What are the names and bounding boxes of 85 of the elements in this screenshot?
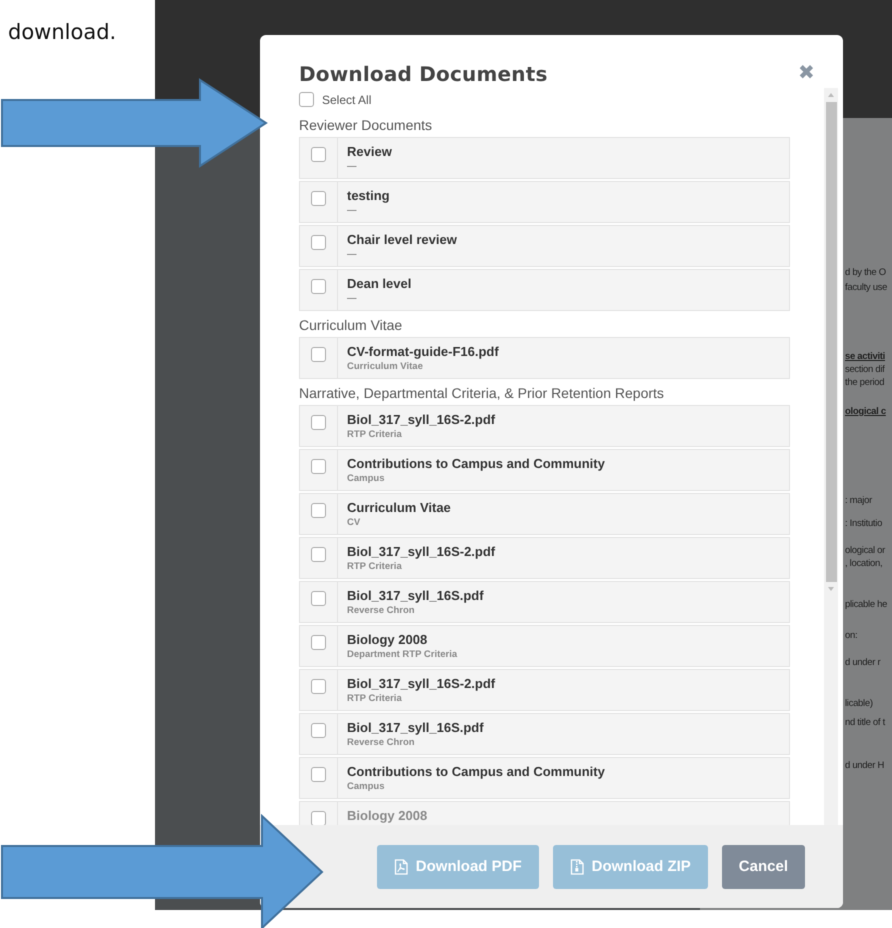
- row-checkbox[interactable]: [311, 811, 326, 825]
- document-category: RTP Criteria: [347, 561, 402, 572]
- document-row[interactable]: Review —: [299, 137, 790, 179]
- scroll-down-icon[interactable]: [827, 586, 835, 592]
- document-category: RTP Criteria: [347, 693, 402, 704]
- section-heading: Curriculum Vitae: [299, 317, 404, 333]
- document-text: on:: [845, 629, 858, 642]
- document-row[interactable]: Biol_317_syll_16S-2.pdf RTP Criteria: [299, 669, 790, 711]
- document-category: Reverse Chron: [347, 737, 415, 748]
- row-checkbox[interactable]: [311, 503, 326, 518]
- scrollbar[interactable]: [824, 88, 838, 825]
- document-title: Curriculum Vitae: [347, 500, 451, 515]
- document-title: Biol_317_syll_16S-2.pdf: [347, 544, 496, 559]
- document-title: Contributions to Campus and Community: [347, 456, 605, 471]
- document-title: Biology 2008: [347, 632, 428, 647]
- document-category: Curriculum Vitae: [347, 361, 423, 372]
- section-heading: Narrative, Departmental Criteria, & Prior Retention Reports: [299, 385, 665, 401]
- row-checkbox[interactable]: [311, 459, 326, 474]
- document-text: nd title of t: [845, 716, 885, 729]
- document-title: Biol_317_syll_16S.pdf: [347, 720, 484, 735]
- document-title: testing: [347, 188, 390, 203]
- document-category: —: [347, 293, 356, 304]
- row-checkbox[interactable]: [311, 635, 326, 650]
- document-row[interactable]: CV-format-guide-F16.pdf Curriculum Vitae: [299, 337, 790, 379]
- document-row[interactable]: Biol_317_syll_16S.pdf Reverse Chron: [299, 581, 790, 623]
- document-row[interactable]: Biol_317_syll_16S.pdf Reverse Chron: [299, 713, 790, 755]
- document-text: : Institutio: [845, 517, 882, 530]
- pdf-file-icon: [394, 858, 408, 874]
- document-text: the period: [845, 376, 884, 389]
- document-title: Biol_317_syll_16S.pdf: [347, 588, 484, 603]
- document-category: —: [347, 161, 356, 172]
- row-checkbox[interactable]: [311, 279, 326, 294]
- section-heading: Reviewer Documents: [299, 117, 434, 133]
- row-checkbox[interactable]: [311, 235, 326, 250]
- document-title: Chair level review: [347, 232, 457, 247]
- document-row[interactable]: Contributions to Campus and Community Campus: [299, 757, 790, 799]
- document-category: —: [347, 205, 356, 216]
- document-title: Biology 2008: [347, 808, 428, 823]
- row-checkbox[interactable]: [311, 679, 326, 694]
- document-title: Dean level: [347, 276, 412, 291]
- scroll-up-icon[interactable]: [827, 92, 835, 98]
- dialog-title: Download Documents: [299, 62, 548, 86]
- document-category: RTP Criteria: [347, 429, 402, 440]
- document-row[interactable]: Biology 2008 Department RTP Criteria: [299, 625, 790, 667]
- row-checkbox[interactable]: [311, 415, 326, 430]
- document-text: ological c: [845, 405, 886, 418]
- document-text: d under r: [845, 656, 880, 669]
- document-row[interactable]: Chair level review —: [299, 225, 790, 267]
- document-category: CV: [347, 517, 360, 528]
- document-text: : major: [845, 494, 872, 507]
- document-category: —: [347, 249, 356, 260]
- document-title: Biol_317_syll_16S-2.pdf: [347, 412, 496, 427]
- row-checkbox[interactable]: [311, 347, 326, 362]
- document-title: Contributions to Campus and Community: [347, 764, 605, 779]
- row-checkbox[interactable]: [311, 547, 326, 562]
- document-text: ological or: [845, 544, 886, 557]
- document-row[interactable]: Biol_317_syll_16S-2.pdf RTP Criteria: [299, 405, 790, 447]
- row-checkbox[interactable]: [311, 191, 326, 206]
- document-category: Reverse Chron: [347, 605, 415, 616]
- document-row[interactable]: Dean level —: [299, 269, 790, 311]
- document-text: d by the O: [845, 266, 886, 279]
- document-text: plicable he: [845, 598, 888, 611]
- document-text: licable): [845, 697, 873, 710]
- zip-file-icon: [570, 858, 584, 874]
- document-category: Campus: [347, 473, 384, 484]
- document-category: Campus: [347, 781, 384, 792]
- document-text: section dif: [845, 363, 884, 376]
- caption-text: download.: [8, 20, 116, 44]
- select-all-checkbox[interactable]: Select All: [299, 92, 372, 107]
- row-checkbox[interactable]: [311, 767, 326, 782]
- row-checkbox[interactable]: [311, 723, 326, 738]
- document-title: CV-format-guide-F16.pdf: [347, 344, 499, 359]
- document-text: se activiti: [845, 350, 886, 363]
- document-title: Biol_317_syll_16S-2.pdf: [347, 676, 496, 691]
- document-category: Department RTP Criteria: [347, 649, 458, 660]
- document-text: faculty use: [845, 281, 888, 294]
- document-row[interactable]: Curriculum Vitae CV: [299, 493, 790, 535]
- document-row[interactable]: Contributions to Campus and Community Campus: [299, 449, 790, 491]
- document-text: d under H: [845, 759, 884, 772]
- row-checkbox[interactable]: [311, 147, 326, 162]
- row-checkbox[interactable]: [311, 591, 326, 606]
- document-title: Review: [347, 144, 392, 159]
- document-text: , location,: [845, 557, 882, 570]
- document-row[interactable]: Biol_317_syll_16S-2.pdf RTP Criteria: [299, 537, 790, 579]
- document-row[interactable]: testing —: [299, 181, 790, 223]
